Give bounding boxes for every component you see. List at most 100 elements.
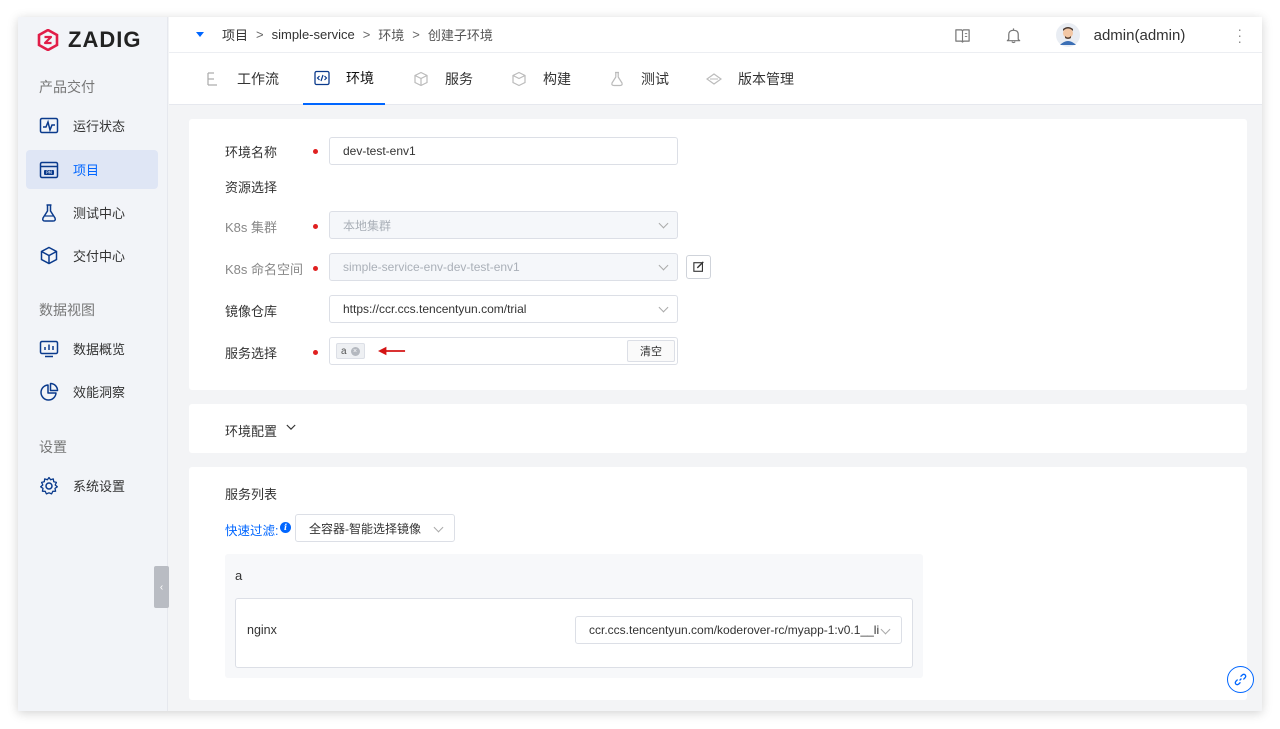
section-title-delivery: 产品交付 (39, 79, 95, 95)
sidebar-item-delivery-center[interactable]: 交付中心 (26, 236, 158, 275)
required-marker (313, 149, 318, 154)
service-list-title: 服务列表 (225, 487, 278, 502)
tab-label: 构建 (543, 71, 571, 87)
sidebar-item-label: 效能洞察 (73, 385, 126, 400)
cluster-select: 本地集群 (329, 211, 678, 239)
tab-label: 服务 (445, 71, 473, 87)
sidebar-item-label: 系统设置 (73, 479, 126, 494)
app-window: ZADIG 产品交付 运行状态 PM 项目 测试中心 交付中心 数据视图 数据概… (18, 17, 1262, 711)
quick-filter-select[interactable]: 全容器-智能选择镜像 (295, 514, 455, 542)
top-bar: 项目 > simple-service > 环境 > 创建子环境 admin(a… (169, 17, 1262, 53)
sidebar-item-label: 测试中心 (73, 206, 126, 221)
env-name-label: 环境名称 (225, 145, 278, 160)
service-list-card: 服务列表 快速过滤: i 全容器-智能选择镜像 a nginx ccr.ccs.… (189, 467, 1247, 700)
edit-namespace-button[interactable] (686, 255, 711, 279)
sidebar-collapse-handle[interactable]: ‹ (154, 566, 169, 608)
tab-services[interactable]: 服务 (402, 53, 484, 105)
service-row: nginx ccr.ccs.tencentyun.com/koderover-r… (235, 598, 913, 668)
chevron-down-icon[interactable] (286, 424, 296, 431)
required-marker (313, 266, 318, 271)
image-select[interactable]: ccr.ccs.tencentyun.com/koderover-rc/myap… (575, 616, 902, 644)
breadcrumb: 项目 > simple-service > 环境 > 创建子环境 (169, 25, 493, 44)
breadcrumb-item-service[interactable]: simple-service (272, 27, 355, 42)
env-config-label[interactable]: 环境配置 (225, 421, 277, 440)
flask-icon (611, 71, 623, 87)
breadcrumb-separator: > (362, 27, 371, 42)
section-title-data-view: 数据视图 (39, 302, 95, 318)
env-config-card[interactable]: 环境配置 (189, 404, 1247, 453)
chevron-down-icon (658, 302, 669, 313)
tab-environment[interactable]: 环境 (303, 53, 385, 105)
namespace-select: simple-service-env-dev-test-env1 (329, 253, 678, 281)
gear-icon (40, 476, 58, 495)
sidebar-item-system-settings[interactable]: 系统设置 (26, 466, 158, 505)
image-select-value: ccr.ccs.tencentyun.com/koderover-rc/myap… (589, 623, 879, 637)
red-arrow-annotation (378, 346, 406, 356)
registry-select-value: https://ccr.ccs.tencentyun.com/trial (343, 302, 527, 316)
cluster-label: K8s 集群 (225, 220, 278, 235)
tab-release[interactable]: 版本管理 (695, 53, 805, 105)
code-icon (314, 70, 330, 86)
clear-button[interactable]: 清空 (627, 340, 675, 362)
chevron-down-icon (658, 260, 669, 271)
box-icon (512, 71, 526, 87)
sidebar-item-test-center[interactable]: 测试中心 (26, 193, 158, 232)
tab-build[interactable]: 构建 (500, 53, 582, 105)
namespace-select-value: simple-service-env-dev-test-env1 (343, 260, 520, 274)
sidebar-item-projects[interactable]: PM 项目 (26, 150, 158, 189)
sidebar-item-label: 项目 (73, 163, 100, 178)
sidebar-item-runtime-status[interactable]: 运行状态 (26, 106, 158, 145)
service-tag-label: a (341, 345, 347, 357)
bell-icon[interactable] (1005, 27, 1022, 44)
sidebar-item-label: 运行状态 (73, 119, 126, 134)
service-group-name: a (235, 568, 243, 583)
activity-monitor-icon (39, 117, 59, 133)
breadcrumb-item-project[interactable]: 项目 (222, 25, 248, 44)
more-vertical-icon[interactable]: · · · (1237, 22, 1242, 48)
svg-text:PM: PM (46, 170, 52, 175)
pm-board-icon: PM (39, 161, 59, 178)
package-icon (40, 246, 58, 264)
bar-monitor-icon (39, 340, 59, 357)
chevron-down-icon (658, 218, 669, 229)
tab-workflow[interactable]: 工作流 (194, 53, 290, 105)
pie-chart-icon (40, 382, 59, 401)
workflow-icon (207, 72, 217, 86)
info-icon[interactable]: i (280, 522, 291, 533)
quick-filter-value: 全容器-智能选择镜像 (309, 521, 421, 536)
chevron-left-icon: ‹ (159, 581, 164, 593)
tab-label: 测试 (641, 71, 669, 87)
logo[interactable]: ZADIG (37, 27, 141, 53)
service-select-label: 服务选择 (225, 346, 278, 361)
service-multi-select[interactable]: a × 清空 (329, 337, 678, 365)
chevron-down-icon (880, 624, 891, 635)
tab-label: 版本管理 (738, 71, 794, 87)
sidebar-item-data-overview[interactable]: 数据概览 (26, 329, 158, 368)
cluster-select-value: 本地集群 (343, 218, 392, 233)
tab-label: 工作流 (237, 71, 279, 87)
required-marker (313, 224, 318, 229)
env-name-input[interactable]: dev-test-env1 (329, 137, 678, 165)
quick-filter-label: 快速过滤: (225, 524, 279, 538)
close-icon[interactable]: × (350, 346, 360, 356)
env-form-card: 环境名称 dev-test-env1 资源选择 K8s 集群 本地集群 K8s … (189, 119, 1247, 390)
avatar[interactable] (1055, 23, 1080, 47)
brand-name: ZADIG (68, 27, 142, 52)
user-name[interactable]: admin(admin) (1094, 27, 1186, 44)
breadcrumb-item-env[interactable]: 环境 (378, 25, 404, 44)
resource-section-label: 资源选择 (225, 180, 278, 195)
service-tag[interactable]: a × (336, 343, 365, 359)
sidebar-item-insights[interactable]: 效能洞察 (26, 372, 158, 411)
required-marker (313, 350, 318, 355)
book-icon[interactable] (954, 27, 971, 44)
namespace-label: K8s 命名空间 (225, 262, 304, 277)
link-floating-button[interactable] (1227, 666, 1254, 693)
tab-label: 环境 (346, 70, 374, 86)
registry-select[interactable]: https://ccr.ccs.tencentyun.com/trial (329, 295, 678, 323)
diamond-icon (706, 73, 722, 85)
sidebar-item-label: 交付中心 (73, 249, 126, 264)
sidebar: ZADIG 产品交付 运行状态 PM 项目 测试中心 交付中心 数据视图 数据概… (18, 17, 169, 711)
service-row-name: nginx (247, 623, 277, 637)
tab-test[interactable]: 测试 (598, 53, 680, 105)
caret-down-icon[interactable] (196, 32, 204, 37)
